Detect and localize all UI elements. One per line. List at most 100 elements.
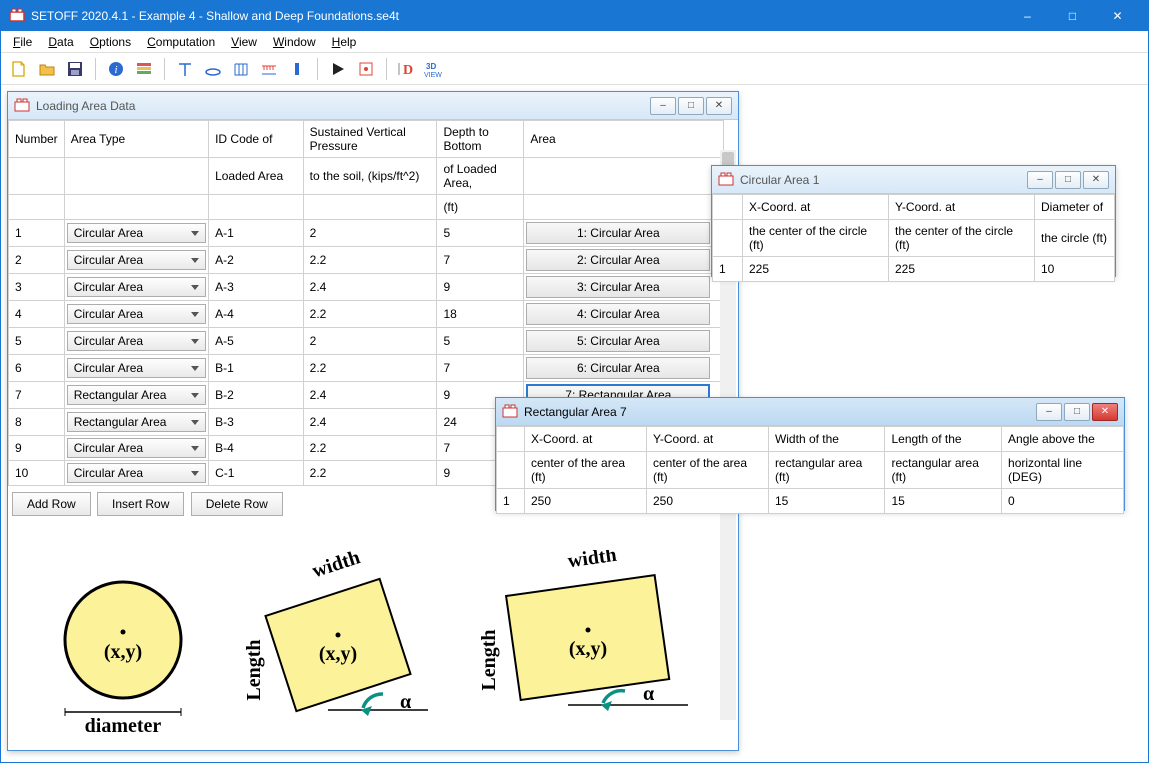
main-window: SETOFF 2020.4.1 - Example 4 - Shallow an… bbox=[0, 0, 1149, 763]
area-type-select[interactable]: Circular Area bbox=[67, 304, 206, 324]
menu-view[interactable]: View bbox=[225, 33, 263, 51]
id-code-cell[interactable]: B-2 bbox=[209, 382, 304, 409]
info-icon[interactable]: i bbox=[104, 57, 128, 81]
depth-cell[interactable]: 9 bbox=[437, 274, 524, 301]
save-file-icon[interactable] bbox=[63, 57, 87, 81]
svg-text:VIEW: VIEW bbox=[424, 72, 442, 78]
pile-icon[interactable] bbox=[173, 57, 197, 81]
area-link-button[interactable]: 5: Circular Area bbox=[526, 330, 710, 352]
id-code-cell[interactable]: B-3 bbox=[209, 409, 304, 436]
delete-row-button[interactable]: Delete Row bbox=[191, 492, 283, 516]
area-link-button[interactable]: 4: Circular Area bbox=[526, 303, 710, 325]
area-type-select[interactable]: Rectangular Area bbox=[67, 385, 206, 405]
sub-close-button[interactable]: ✕ bbox=[1083, 171, 1109, 189]
row-number: 5 bbox=[9, 328, 65, 355]
sub-minimize-button[interactable]: – bbox=[1036, 403, 1062, 421]
rectangular-table: X-Coord. atY-Coord. atWidth of theLength… bbox=[496, 426, 1124, 514]
rect-l-cell[interactable]: 15 bbox=[885, 489, 1002, 514]
depth-cell[interactable]: 18 bbox=[437, 301, 524, 328]
menu-computation[interactable]: Computation bbox=[141, 33, 221, 51]
id-code-cell[interactable]: A-1 bbox=[209, 220, 304, 247]
sub-maximize-button[interactable]: □ bbox=[678, 97, 704, 115]
open-file-icon[interactable] bbox=[35, 57, 59, 81]
sub-maximize-button[interactable]: □ bbox=[1055, 171, 1081, 189]
run-icon[interactable] bbox=[326, 57, 350, 81]
pressure-cell[interactable]: 2.4 bbox=[303, 382, 437, 409]
id-code-cell[interactable]: A-2 bbox=[209, 247, 304, 274]
layers-icon[interactable] bbox=[132, 57, 156, 81]
circular-area-titlebar[interactable]: Circular Area 1 – □ ✕ bbox=[712, 166, 1115, 194]
pressure-cell[interactable]: 2.4 bbox=[303, 409, 437, 436]
circ-x-cell[interactable]: 225 bbox=[743, 257, 889, 282]
area-type-select[interactable]: Circular Area bbox=[67, 277, 206, 297]
menu-help[interactable]: Help bbox=[326, 33, 363, 51]
id-code-cell[interactable]: A-4 bbox=[209, 301, 304, 328]
pressure-cell[interactable]: 2.2 bbox=[303, 461, 437, 486]
area-type-select[interactable]: Rectangular Area bbox=[67, 412, 206, 432]
row-number: 10 bbox=[9, 461, 65, 486]
pressure-cell[interactable]: 2 bbox=[303, 220, 437, 247]
depth-cell[interactable]: 5 bbox=[437, 328, 524, 355]
id-code-cell[interactable]: A-5 bbox=[209, 328, 304, 355]
col-idcode: ID Code of bbox=[209, 121, 304, 158]
depth-cell[interactable]: 7 bbox=[437, 355, 524, 382]
frame-icon[interactable] bbox=[229, 57, 253, 81]
id-code-cell[interactable]: B-4 bbox=[209, 436, 304, 461]
area-link-button[interactable]: 1: Circular Area bbox=[526, 222, 710, 244]
add-row-button[interactable]: Add Row bbox=[12, 492, 91, 516]
pressure-cell[interactable]: 2.4 bbox=[303, 274, 437, 301]
rect-x-cell[interactable]: 250 bbox=[525, 489, 647, 514]
depth-cell[interactable]: 5 bbox=[437, 220, 524, 247]
new-file-icon[interactable] bbox=[7, 57, 31, 81]
main-titlebar[interactable]: SETOFF 2020.4.1 - Example 4 - Shallow an… bbox=[1, 1, 1148, 31]
close-button[interactable]: ✕ bbox=[1095, 1, 1140, 31]
area-type-select[interactable]: Circular Area bbox=[67, 250, 206, 270]
area-type-select[interactable]: Circular Area bbox=[67, 331, 206, 351]
area-link-button[interactable]: 2: Circular Area bbox=[526, 249, 710, 271]
point-icon[interactable] bbox=[285, 57, 309, 81]
pressure-cell[interactable]: 2 bbox=[303, 328, 437, 355]
row-number: 7 bbox=[9, 382, 65, 409]
svg-text:(x,y): (x,y) bbox=[569, 638, 607, 660]
report-d-icon[interactable]: D bbox=[395, 57, 419, 81]
svg-text:diameter: diameter bbox=[85, 715, 162, 737]
rectangular-area-titlebar[interactable]: Rectangular Area 7 – □ ✕ bbox=[496, 398, 1124, 426]
sub-minimize-button[interactable]: – bbox=[1027, 171, 1053, 189]
sub-minimize-button[interactable]: – bbox=[650, 97, 676, 115]
menu-data[interactable]: Data bbox=[42, 33, 79, 51]
depth-cell[interactable]: 7 bbox=[437, 247, 524, 274]
minimize-button[interactable]: – bbox=[1005, 1, 1050, 31]
load-icon[interactable] bbox=[257, 57, 281, 81]
menu-options[interactable]: Options bbox=[84, 33, 137, 51]
rect-a-cell[interactable]: 0 bbox=[1002, 489, 1124, 514]
id-code-cell[interactable]: A-3 bbox=[209, 274, 304, 301]
area-type-select[interactable]: Circular Area bbox=[67, 358, 206, 378]
3d-view-icon[interactable]: 3DVIEW bbox=[423, 57, 447, 81]
maximize-button[interactable]: □ bbox=[1050, 1, 1095, 31]
sub-close-button[interactable]: ✕ bbox=[706, 97, 732, 115]
area-type-select[interactable]: Circular Area bbox=[67, 438, 206, 458]
rect-y-cell[interactable]: 250 bbox=[646, 489, 768, 514]
area-type-select[interactable]: Circular Area bbox=[67, 463, 206, 483]
menu-window[interactable]: Window bbox=[267, 33, 322, 51]
circ-y-cell[interactable]: 225 bbox=[889, 257, 1035, 282]
menu-file[interactable]: File bbox=[7, 33, 38, 51]
insert-row-button[interactable]: Insert Row bbox=[97, 492, 184, 516]
col-depth: Depth to Bottom bbox=[437, 121, 524, 158]
area-type-select[interactable]: Circular Area bbox=[67, 223, 206, 243]
circ-dia-cell[interactable]: 10 bbox=[1035, 257, 1115, 282]
pressure-cell[interactable]: 2.2 bbox=[303, 247, 437, 274]
sub-maximize-button[interactable]: □ bbox=[1064, 403, 1090, 421]
area-link-button[interactable]: 3: Circular Area bbox=[526, 276, 710, 298]
rect-w-cell[interactable]: 15 bbox=[768, 489, 885, 514]
target-icon[interactable] bbox=[354, 57, 378, 81]
pressure-cell[interactable]: 2.2 bbox=[303, 436, 437, 461]
id-code-cell[interactable]: B-1 bbox=[209, 355, 304, 382]
footing-icon[interactable] bbox=[201, 57, 225, 81]
id-code-cell[interactable]: C-1 bbox=[209, 461, 304, 486]
loading-area-titlebar[interactable]: Loading Area Data – □ ✕ bbox=[8, 92, 738, 120]
area-link-button[interactable]: 6: Circular Area bbox=[526, 357, 710, 379]
sub-close-button[interactable]: ✕ bbox=[1092, 403, 1118, 421]
pressure-cell[interactable]: 2.2 bbox=[303, 355, 437, 382]
pressure-cell[interactable]: 2.2 bbox=[303, 301, 437, 328]
